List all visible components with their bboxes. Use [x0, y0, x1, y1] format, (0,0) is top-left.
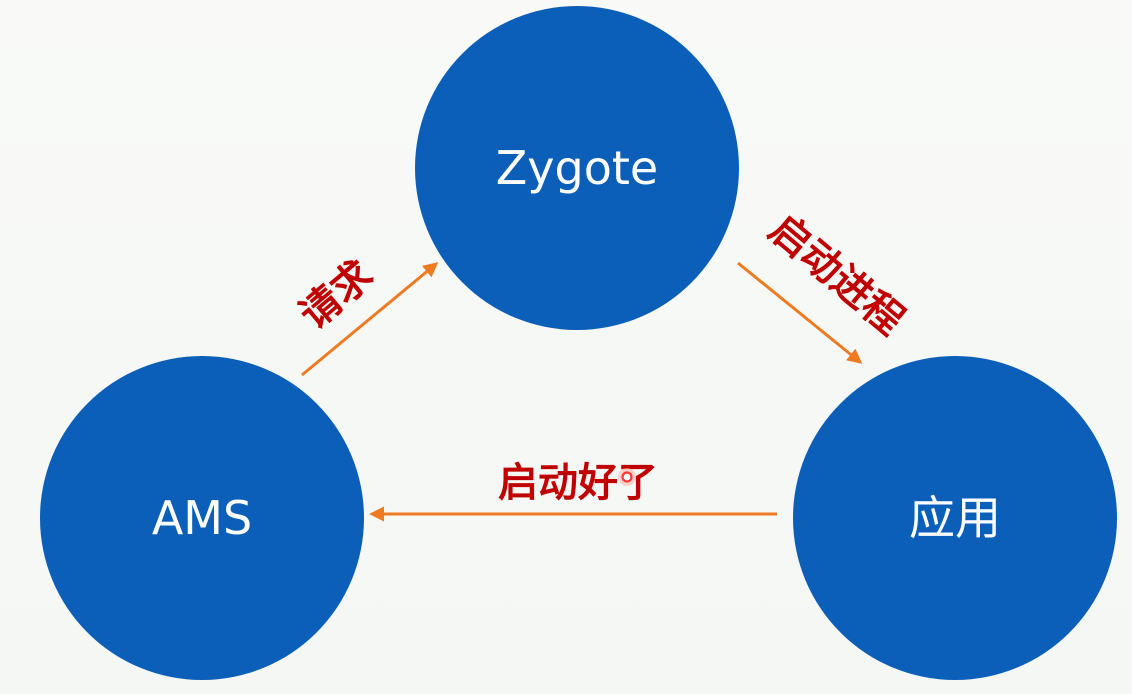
process-flow-diagram: Zygote AMS 应用 请求 启动进程 启动好了 — [40, 6, 1117, 680]
node-zygote: Zygote — [415, 6, 739, 330]
node-app-label: 应用 — [909, 491, 1001, 545]
edge-label-started: 启动好了 — [498, 460, 658, 506]
node-ams: AMS — [40, 356, 364, 680]
node-zygote-label: Zygote — [496, 141, 658, 195]
edge-label-start-process: 启动进程 — [760, 206, 912, 344]
edge-label-request: 请求 — [291, 252, 382, 339]
node-app: 应用 — [793, 356, 1117, 680]
mouse-pointer-icon — [618, 468, 636, 486]
diagram-canvas: Zygote AMS 应用 请求 启动进程 启动好了 — [0, 0, 1132, 694]
node-ams-label: AMS — [152, 491, 252, 545]
